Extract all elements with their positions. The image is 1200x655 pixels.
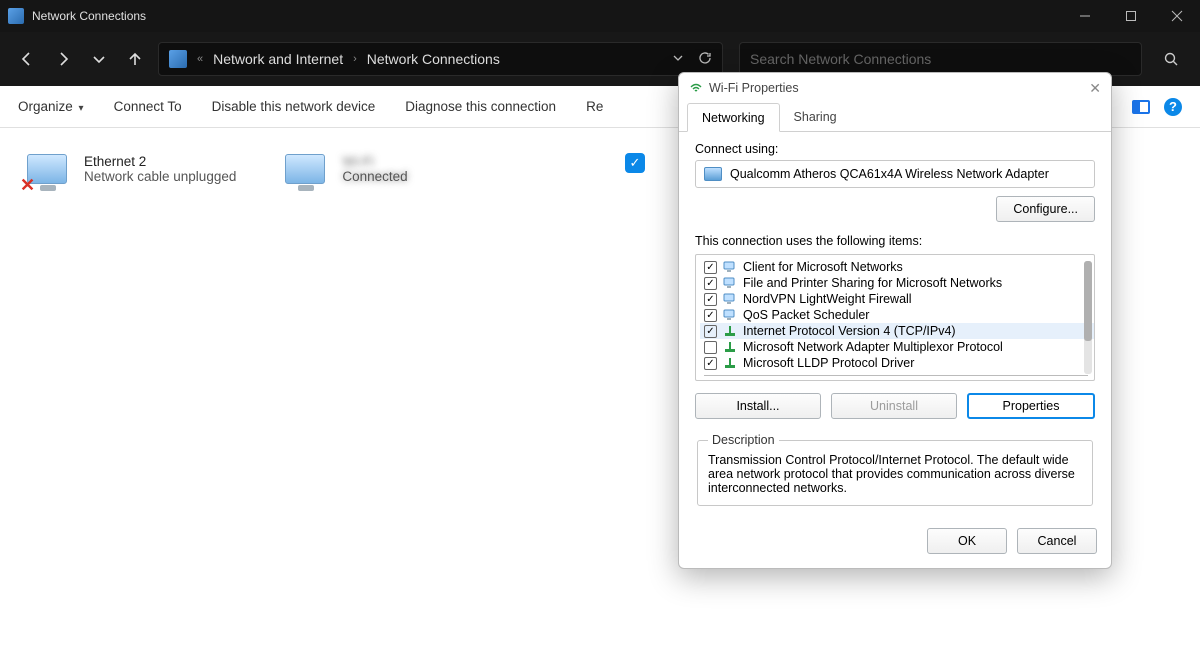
protocol-label: Client for Microsoft Networks <box>743 260 903 274</box>
recent-dropdown[interactable] <box>86 46 112 72</box>
breadcrumb-seg2[interactable]: Network Connections <box>367 51 500 67</box>
back-button[interactable] <box>14 46 40 72</box>
ethernet-icon: ✕ <box>18 142 76 196</box>
search-input[interactable]: Search Network Connections <box>739 42 1142 76</box>
items-label: This connection uses the following items… <box>695 234 1095 248</box>
tab-sharing[interactable]: Sharing <box>780 103 851 131</box>
protocol-checkbox[interactable] <box>704 261 717 274</box>
wifi-adapter-icon <box>276 142 334 196</box>
connection-name: Wi-Fi <box>342 154 407 169</box>
scrollbar[interactable] <box>1084 261 1092 374</box>
up-button[interactable] <box>122 46 148 72</box>
connection-status: Connected <box>342 169 407 184</box>
connection-ethernet[interactable]: ✕ Ethernet 2 Network cable unplugged <box>18 142 236 196</box>
protocol-icon <box>723 357 737 369</box>
protocol-label: QoS Packet Scheduler <box>743 308 869 322</box>
titlebar: Network Connections <box>0 0 1200 32</box>
breadcrumb-seg1[interactable]: Network and Internet <box>213 51 343 67</box>
description-group: Description Transmission Control Protoco… <box>697 433 1093 506</box>
breadcrumb-chevron: « <box>197 53 203 65</box>
connection-wifi[interactable]: Wi-Fi Connected <box>276 142 407 196</box>
connection-status: Network cable unplugged <box>84 169 236 184</box>
protocol-checkbox[interactable] <box>704 293 717 306</box>
layout-icon[interactable] <box>1132 100 1150 114</box>
configure-button[interactable]: Configure... <box>996 196 1095 222</box>
minimize-button[interactable] <box>1062 0 1108 32</box>
protocol-checkbox[interactable] <box>704 277 717 290</box>
wifi-properties-dialog: Wi-Fi Properties ✕ Networking Sharing Co… <box>678 72 1112 569</box>
network-client-icon <box>723 277 737 289</box>
network-client-icon <box>723 261 737 273</box>
protocol-label: NordVPN LightWeight Firewall <box>743 292 912 306</box>
address-chevron-down-icon[interactable] <box>672 51 684 68</box>
protocol-icon <box>723 325 737 337</box>
properties-button[interactable]: Properties <box>967 393 1095 419</box>
description-label: Description <box>708 433 779 447</box>
connect-using-label: Connect using: <box>695 142 1095 156</box>
protocol-checkbox[interactable] <box>704 309 717 322</box>
protocol-item[interactable]: Microsoft Network Adapter Multiplexor Pr… <box>700 339 1094 355</box>
protocol-list[interactable]: Client for Microsoft Networks File and Pr… <box>695 254 1095 381</box>
selected-check-icon <box>625 153 645 173</box>
protocol-item[interactable]: Client for Microsoft Networks <box>700 259 1094 275</box>
description-text: Transmission Control Protocol/Internet P… <box>708 453 1082 495</box>
maximize-button[interactable] <box>1108 0 1154 32</box>
adapter-field[interactable]: Qualcomm Atheros QCA61x4A Wireless Netwo… <box>695 160 1095 188</box>
protocol-item[interactable]: QoS Packet Scheduler <box>700 307 1094 323</box>
protocol-checkbox[interactable] <box>704 341 717 354</box>
protocol-label: Microsoft LLDP Protocol Driver <box>743 356 914 370</box>
protocol-label: File and Printer Sharing for Microsoft N… <box>743 276 1002 290</box>
protocol-item[interactable]: Internet Protocol Version 4 (TCP/IPv4) <box>700 323 1094 339</box>
network-client-icon <box>723 293 737 305</box>
protocol-item[interactable]: NordVPN LightWeight Firewall <box>700 291 1094 307</box>
error-x-icon: ✕ <box>20 175 35 196</box>
address-bar[interactable]: « Network and Internet › Network Connect… <box>158 42 723 76</box>
list-scroll-indicator <box>704 375 1088 376</box>
protocol-checkbox[interactable] <box>704 325 717 338</box>
cancel-button[interactable]: Cancel <box>1017 528 1097 554</box>
connect-to-button[interactable]: Connect To <box>114 99 182 114</box>
help-icon[interactable]: ? <box>1164 98 1182 116</box>
connection-name: Ethernet 2 <box>84 154 236 169</box>
protocol-icon <box>723 341 737 353</box>
network-client-icon <box>723 309 737 321</box>
search-placeholder: Search Network Connections <box>750 51 931 67</box>
dialog-close-button[interactable]: ✕ <box>1089 80 1101 97</box>
rename-button[interactable]: Re <box>586 99 603 114</box>
dialog-title: Wi-Fi Properties <box>709 81 799 95</box>
forward-button[interactable] <box>50 46 76 72</box>
adapter-name: Qualcomm Atheros QCA61x4A Wireless Netwo… <box>730 167 1049 181</box>
uninstall-button[interactable]: Uninstall <box>831 393 957 419</box>
dialog-titlebar[interactable]: Wi-Fi Properties ✕ <box>679 73 1111 103</box>
address-icon <box>169 50 187 68</box>
adapter-icon <box>704 167 722 181</box>
tab-networking[interactable]: Networking <box>687 103 780 132</box>
protocol-label: Microsoft Network Adapter Multiplexor Pr… <box>743 340 1003 354</box>
protocol-label: Internet Protocol Version 4 (TCP/IPv4) <box>743 324 956 338</box>
disable-device-button[interactable]: Disable this network device <box>212 99 376 114</box>
close-button[interactable] <box>1154 0 1200 32</box>
window-title: Network Connections <box>32 9 146 23</box>
diagnose-button[interactable]: Diagnose this connection <box>405 99 556 114</box>
search-icon[interactable] <box>1156 42 1186 76</box>
dialog-tabs: Networking Sharing <box>679 103 1111 132</box>
app-icon <box>8 8 24 24</box>
install-button[interactable]: Install... <box>695 393 821 419</box>
chevron-right-icon: › <box>353 53 357 65</box>
organize-button[interactable]: Organize ▾ <box>18 99 84 114</box>
refresh-icon[interactable] <box>698 51 712 68</box>
protocol-checkbox[interactable] <box>704 357 717 370</box>
ok-button[interactable]: OK <box>927 528 1007 554</box>
protocol-item[interactable]: File and Printer Sharing for Microsoft N… <box>700 275 1094 291</box>
protocol-item[interactable]: Microsoft LLDP Protocol Driver <box>700 355 1094 371</box>
wifi-icon <box>689 81 703 95</box>
